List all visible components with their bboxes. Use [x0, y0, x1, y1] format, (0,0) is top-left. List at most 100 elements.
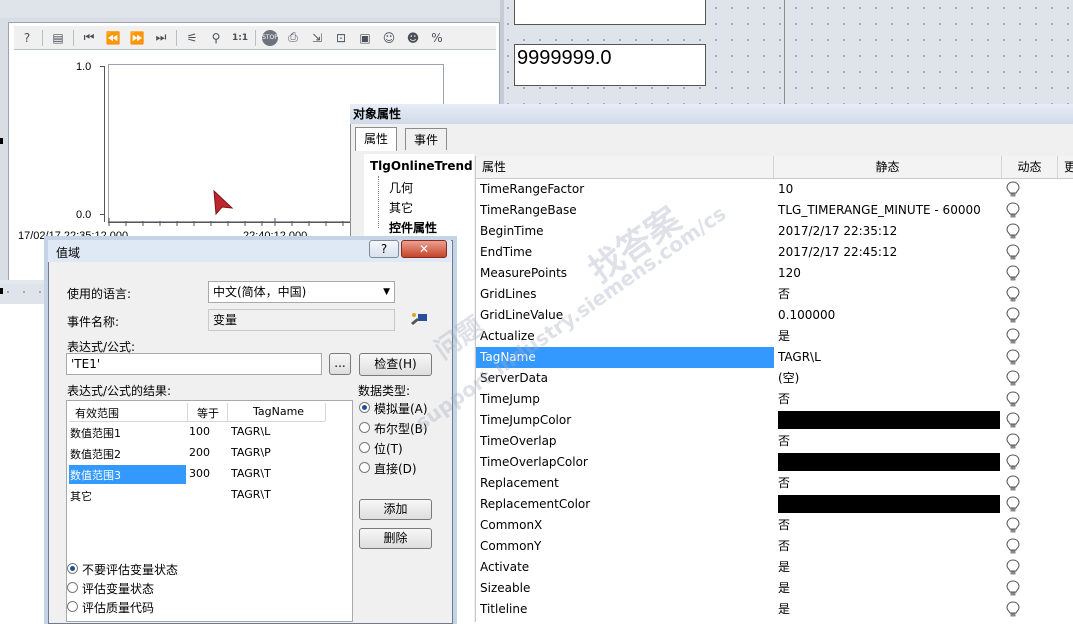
lightbulb-icon[interactable]: [1006, 244, 1020, 261]
property-row[interactable]: EndTime 2017/2/17 22:45:12: [476, 242, 1073, 263]
property-value[interactable]: 否: [778, 515, 790, 536]
help-button[interactable]: ?: [369, 240, 399, 258]
property-value[interactable]: 否: [778, 284, 790, 305]
property-value[interactable]: 否: [778, 473, 790, 494]
property-value[interactable]: 否: [778, 389, 790, 410]
tab-properties[interactable]: 属性: [355, 127, 398, 151]
lightbulb-icon[interactable]: [1006, 454, 1020, 471]
user2-icon[interactable]: ☻: [404, 29, 422, 47]
datatype-radio[interactable]: [359, 402, 370, 413]
stop-icon[interactable]: STOP: [262, 29, 278, 46]
property-row[interactable]: BeginTime 2017/2/17 22:35:12: [476, 221, 1073, 242]
save-icon[interactable]: ▣: [356, 29, 374, 47]
property-color-swatch[interactable]: [778, 453, 1000, 471]
property-row[interactable]: CommonX 否: [476, 515, 1073, 536]
property-value[interactable]: (空): [778, 368, 799, 389]
ruler-icon[interactable]: ⚟: [183, 29, 201, 47]
property-row[interactable]: Sizeable 是: [476, 578, 1073, 599]
evaluation-radio-label[interactable]: 评估质量代码: [82, 599, 154, 616]
print-icon[interactable]: ⎙: [284, 29, 302, 47]
list-header-tagname[interactable]: TagName: [253, 405, 304, 418]
percent-icon[interactable]: %: [428, 29, 446, 47]
close-button[interactable]: ✕: [401, 240, 447, 258]
lightbulb-icon[interactable]: [1006, 559, 1020, 576]
lightbulb-icon[interactable]: [1006, 223, 1020, 240]
property-value[interactable]: 是: [778, 578, 790, 599]
property-row[interactable]: TimeJump 否: [476, 389, 1073, 410]
lightbulb-icon[interactable]: [1006, 517, 1020, 534]
property-row[interactable]: ServerData (空): [476, 368, 1073, 389]
tree-item-control-properties[interactable]: 控件属性: [389, 219, 437, 236]
datatype-radio[interactable]: [359, 462, 370, 473]
lightbulb-icon[interactable]: [1006, 433, 1020, 450]
property-row[interactable]: TimeJumpColor: [476, 410, 1073, 431]
lightbulb-icon[interactable]: [1006, 475, 1020, 492]
property-value[interactable]: 2017/2/17 22:45:12: [778, 242, 897, 263]
column-header-static[interactable]: 静态: [774, 156, 1002, 178]
datatype-radio-label[interactable]: 布尔型(B): [374, 420, 428, 437]
user-icon[interactable]: ☺: [380, 29, 398, 47]
datatype-radio-label[interactable]: 模拟量(A): [374, 400, 428, 417]
prev-fast-icon[interactable]: ⏪: [104, 29, 122, 47]
property-value[interactable]: 10: [778, 179, 793, 200]
property-row[interactable]: CommonY 否: [476, 536, 1073, 557]
property-row[interactable]: Actualize 是: [476, 326, 1073, 347]
datatype-radio-label[interactable]: 位(T): [374, 440, 403, 457]
tab-events[interactable]: 事件: [405, 128, 448, 150]
list-item[interactable]: 数值范围1 100 TAGR\L: [69, 423, 349, 442]
property-value[interactable]: 120: [778, 263, 801, 284]
property-value[interactable]: TAGR\L: [778, 347, 821, 368]
lightbulb-icon[interactable]: [1006, 370, 1020, 387]
help-icon[interactable]: ?: [18, 29, 36, 47]
tree-item-geometry[interactable]: 几何: [389, 179, 413, 196]
expression-input[interactable]: 'TE1': [66, 353, 322, 375]
property-value[interactable]: 是: [778, 599, 790, 620]
lightbulb-icon[interactable]: [1006, 412, 1020, 429]
export-icon[interactable]: ⇲: [308, 29, 326, 47]
property-row[interactable]: TagName TAGR\L: [476, 347, 1073, 368]
evaluation-radio[interactable]: [67, 563, 78, 574]
datatype-radio[interactable]: [359, 442, 370, 453]
first-icon[interactable]: ⏮: [80, 29, 98, 47]
column-header-property[interactable]: 属性: [476, 156, 774, 178]
lightbulb-icon[interactable]: [1006, 391, 1020, 408]
last-icon[interactable]: ⏭: [152, 29, 170, 47]
property-row[interactable]: Titleline 是: [476, 599, 1073, 620]
zoom-icon[interactable]: ⚲: [207, 29, 225, 47]
tree-item-other[interactable]: 其它: [389, 199, 413, 216]
lightbulb-icon[interactable]: [1006, 307, 1020, 324]
list-item[interactable]: 数值范围2 200 TAGR\P: [69, 444, 349, 463]
property-row[interactable]: GridLineValue 0.100000: [476, 305, 1073, 326]
lightbulb-icon[interactable]: [1006, 286, 1020, 303]
lightbulb-icon[interactable]: [1006, 349, 1020, 366]
property-row[interactable]: MeasurePoints 120: [476, 263, 1073, 284]
config-icon[interactable]: ▤: [49, 29, 67, 47]
list-header-equals[interactable]: 等于: [197, 405, 219, 421]
check-button[interactable]: 检查(H): [359, 353, 432, 376]
lightbulb-icon[interactable]: [1006, 601, 1020, 618]
evaluation-radio[interactable]: [67, 601, 78, 612]
column-header-update[interactable]: 更: [1058, 156, 1073, 178]
browse-button[interactable]: ...: [329, 353, 351, 375]
list-item[interactable]: 数值范围3 300 TAGR\T: [69, 465, 349, 484]
property-value[interactable]: 否: [778, 431, 790, 452]
value-box-top[interactable]: [514, 0, 706, 25]
property-row[interactable]: TimeOverlap 否: [476, 431, 1073, 452]
delete-button[interactable]: 删除: [359, 528, 432, 549]
property-row[interactable]: Replacement 否: [476, 473, 1073, 494]
property-row[interactable]: TimeOverlapColor: [476, 452, 1073, 473]
axis-icon[interactable]: ⊡: [332, 29, 350, 47]
property-value[interactable]: 0.100000: [778, 305, 835, 326]
lightbulb-icon[interactable]: [1006, 328, 1020, 345]
datatype-radio[interactable]: [359, 422, 370, 433]
property-row[interactable]: GridLines 否: [476, 284, 1073, 305]
property-value[interactable]: 2017/2/17 22:35:12: [778, 221, 897, 242]
property-value[interactable]: 否: [778, 536, 790, 557]
evaluation-radio-label[interactable]: 不要评估变量状态: [82, 561, 178, 578]
property-row[interactable]: Activate 是: [476, 557, 1073, 578]
property-value[interactable]: 是: [778, 557, 790, 578]
language-select[interactable]: 中文(简体，中国) ▼: [208, 281, 395, 303]
list-item[interactable]: 其它 TAGR\T: [69, 486, 349, 505]
property-row[interactable]: TimeRangeBase TLG_TIMERANGE_MINUTE - 6000…: [476, 200, 1073, 221]
lightbulb-icon[interactable]: [1006, 496, 1020, 513]
